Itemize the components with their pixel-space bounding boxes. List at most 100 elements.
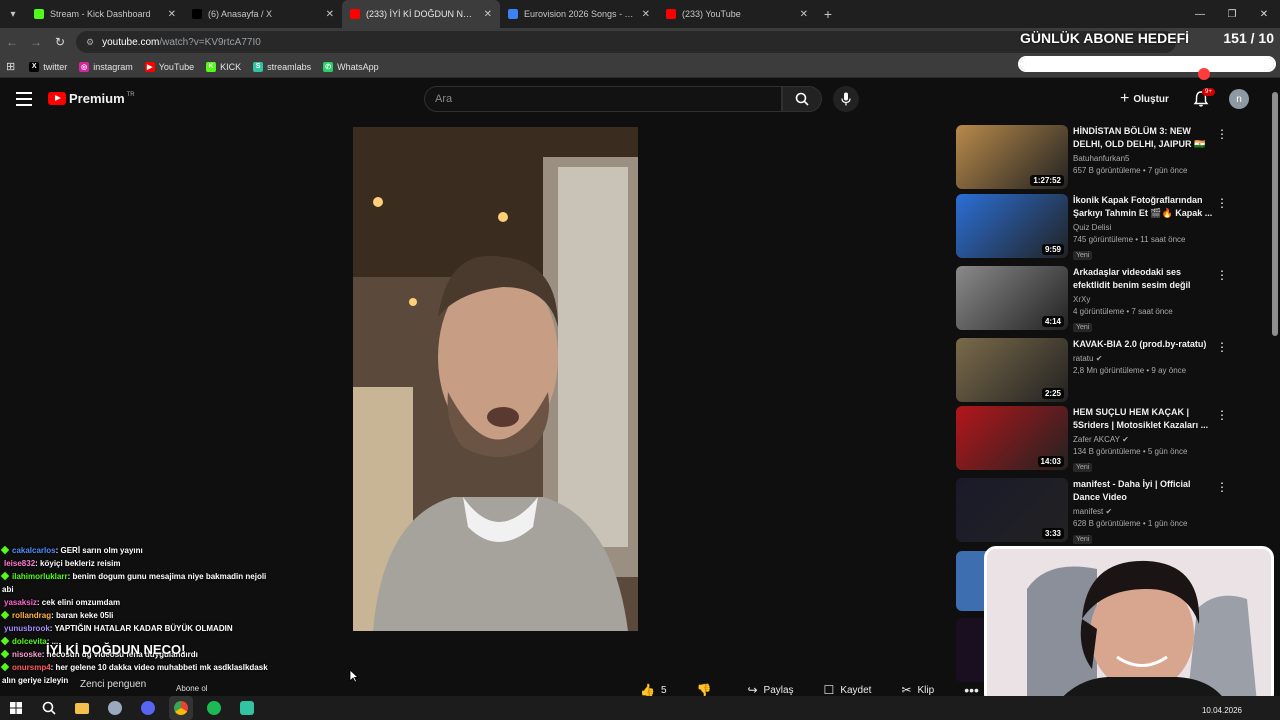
save-button[interactable]: ☐ Kaydet: [824, 683, 872, 697]
subscribe-button[interactable]: Abone ol: [176, 684, 208, 693]
video-thumbnail[interactable]: 1:27:52: [956, 125, 1068, 189]
search-input[interactable]: Ara: [424, 86, 782, 112]
chat-username[interactable]: ilahimorluklarr: [12, 572, 68, 581]
more-options-icon[interactable]: ⋮: [1216, 480, 1228, 494]
new-tab-button[interactable]: +: [816, 6, 840, 22]
channel-name[interactable]: Batuhanfurkan5: [1073, 154, 1213, 163]
video-title[interactable]: Arkadaşlar videodaki ses efektlidit beni…: [1073, 266, 1213, 292]
chrome-app-icon[interactable]: [169, 696, 193, 720]
more-options-icon[interactable]: ⋮: [1216, 268, 1228, 282]
bookmark-whatsapp[interactable]: ✆ WhatsApp: [323, 61, 379, 72]
discord-app-icon[interactable]: [136, 696, 160, 720]
share-button[interactable]: ↪ Paylaş: [747, 683, 793, 697]
site-info-icon[interactable]: ⚙: [86, 37, 94, 48]
start-button[interactable]: [4, 696, 28, 720]
video-thumbnail[interactable]: 4:14: [956, 266, 1068, 330]
video-duration: 2:25: [1041, 388, 1064, 399]
dislike-button[interactable]: 👎: [697, 683, 718, 697]
recommended-video[interactable]: 1:27:52 HİNDİSTAN BÖLÜM 3: NEW DELHI, OLD…: [956, 125, 1228, 189]
more-options-icon[interactable]: ⋮: [1216, 340, 1228, 354]
more-options-icon[interactable]: ⋮: [1216, 408, 1228, 422]
youtube-logo[interactable]: Premium TR: [48, 91, 135, 106]
recommended-video[interactable]: 14:03 HEM SUÇLU HEM KAÇAK | 5Sriders | Mo…: [956, 406, 1228, 472]
chat-username[interactable]: yasaksiz: [4, 598, 37, 607]
chat-username[interactable]: cakalcarlos: [12, 546, 56, 555]
more-options-icon[interactable]: ⋮: [1216, 196, 1228, 210]
channel-name[interactable]: ratatu ✔: [1073, 354, 1213, 363]
close-tab-icon[interactable]: ✕: [326, 9, 334, 20]
forward-button[interactable]: →: [24, 30, 48, 54]
recommended-video[interactable]: 3:33 manifest - Daha İyi | Official Dance…: [956, 478, 1228, 544]
video-stats: 628 B görüntüleme • 1 gün önce: [1073, 519, 1188, 528]
avatar[interactable]: n: [1229, 89, 1249, 109]
obs-app-icon[interactable]: [103, 696, 127, 720]
browser-tab[interactable]: (6) Anasayfa / X ✕: [184, 0, 342, 28]
close-tab-icon[interactable]: ✕: [168, 9, 176, 20]
back-button[interactable]: ←: [0, 30, 24, 54]
partial-thumbnail[interactable]: [956, 618, 986, 682]
close-tab-icon[interactable]: ✕: [800, 9, 808, 20]
video-meta: manifest - Daha İyi | Official Dance Vid…: [1073, 478, 1213, 546]
tab-search-button[interactable]: ▾: [0, 0, 26, 28]
recommended-video[interactable]: 4:14 Arkadaşlar videodaki ses efektlidit …: [956, 266, 1228, 332]
bookmark-twitter[interactable]: Xtwitter: [29, 61, 67, 72]
page-scrollbar[interactable]: [1272, 92, 1278, 336]
more-options-icon[interactable]: ⋮: [1216, 127, 1228, 141]
reload-button[interactable]: ↻: [48, 30, 72, 54]
browser-tab[interactable]: (233) YouTube ✕: [658, 0, 816, 28]
video-title[interactable]: HEM SUÇLU HEM KAÇAK | 5Sriders | Motosik…: [1073, 406, 1213, 432]
bookmark-label: YouTube: [158, 61, 195, 72]
chat-message: abi: [2, 583, 302, 596]
channel-name[interactable]: manifest ✔: [1073, 507, 1213, 516]
chat-text: : cek elini omzumdam: [36, 598, 121, 607]
close-tab-icon[interactable]: ✕: [484, 9, 492, 20]
bookmark-streamlabs[interactable]: Sstreamlabs: [253, 61, 311, 72]
recommended-video[interactable]: 9:59 İkonik Kapak Fotoğraflarından Şarkıy…: [956, 194, 1228, 260]
video-title[interactable]: HİNDİSTAN BÖLÜM 3: NEW DELHI, OLD DELHI,…: [1073, 125, 1213, 151]
close-window-button[interactable]: ✕: [1248, 0, 1280, 28]
video-thumbnail[interactable]: 3:33: [956, 478, 1068, 542]
create-button[interactable]: + Oluştur: [1120, 88, 1169, 110]
like-button[interactable]: 👍 5: [640, 683, 667, 697]
video-thumbnail[interactable]: 2:25: [956, 338, 1068, 402]
maximize-button[interactable]: ❐: [1216, 0, 1248, 28]
video-thumbnail[interactable]: 9:59: [956, 194, 1068, 258]
browser-tab[interactable]: (233) İYİ Kİ DOĞDUN NECO! - Y ✕: [342, 0, 500, 28]
video-duration: 4:14: [1041, 316, 1064, 327]
video-title[interactable]: KAVAK-BIA 2.0 (prod.by-ratatu): [1073, 338, 1213, 351]
spotify-app-icon[interactable]: [202, 696, 226, 720]
chat-username[interactable]: yunusbrook: [4, 624, 50, 633]
bookmark-instagram[interactable]: ◎ instagram: [79, 61, 133, 72]
url-bar[interactable]: ⚙ youtube.com/watch?v=KV9rtcA77I0: [76, 31, 1176, 53]
file-explorer-icon[interactable]: [70, 696, 94, 720]
voice-search-button[interactable]: [833, 86, 859, 112]
apps-icon[interactable]: ⊞: [6, 60, 15, 73]
channel-name[interactable]: Quiz Delisi: [1073, 223, 1213, 232]
bookmark-kick[interactable]: K KICK: [206, 61, 241, 72]
streamlabs-app-icon[interactable]: [235, 696, 259, 720]
channel-name[interactable]: Zafer AKCAY ✔: [1073, 435, 1213, 444]
chat-username[interactable]: rollandrag: [12, 611, 51, 620]
chat-username[interactable]: leise832: [4, 559, 35, 568]
create-label: Oluştur: [1133, 93, 1169, 105]
chat-username[interactable]: onursmp4: [12, 663, 51, 672]
clip-button[interactable]: ✂ Klip: [901, 683, 934, 697]
bookmark-youtube[interactable]: ▶ YouTube: [144, 61, 195, 72]
video-player[interactable]: [353, 127, 638, 631]
browser-tab[interactable]: Eurovision 2026 Songs - Tier Li ✕: [500, 0, 658, 28]
video-thumbnail[interactable]: 14:03: [956, 406, 1068, 470]
video-title[interactable]: manifest - Daha İyi | Official Dance Vid…: [1073, 478, 1213, 504]
minimize-button[interactable]: —: [1184, 0, 1216, 28]
partial-thumbnail[interactable]: [956, 551, 986, 611]
recommended-video[interactable]: 2:25 KAVAK-BIA 2.0 (prod.by-ratatu) ratatu…: [956, 338, 1228, 402]
menu-icon[interactable]: [16, 92, 32, 106]
close-tab-icon[interactable]: ✕: [642, 9, 650, 20]
channel-name[interactable]: XrXy: [1073, 295, 1213, 304]
chat-text: : köyiçi bekleriz reisim: [35, 559, 121, 568]
video-title[interactable]: İkonik Kapak Fotoğraflarından Şarkıyı Ta…: [1073, 194, 1213, 220]
taskbar-search-button[interactable]: [37, 696, 61, 720]
browser-tab[interactable]: Stream - Kick Dashboard ✕: [26, 0, 184, 28]
search-button[interactable]: [782, 86, 822, 112]
chat-username[interactable]: nisoske: [12, 650, 42, 659]
chat-username[interactable]: dolcevita: [12, 637, 47, 646]
